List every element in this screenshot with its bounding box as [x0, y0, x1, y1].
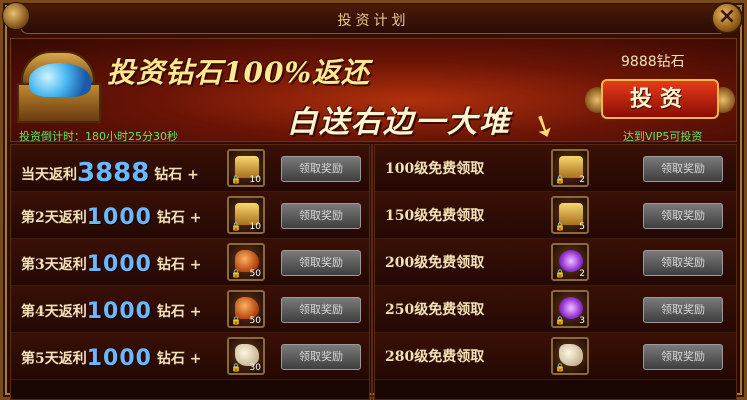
item-quantity: 10	[249, 175, 261, 185]
rebate-label: 第5天返利1000 钻石 +	[21, 346, 202, 371]
level-reward-label: 280级免费领取	[385, 349, 485, 365]
rebate-amount: 1000	[86, 205, 152, 230]
lock-icon: 🔒	[555, 175, 565, 184]
banner-headline: 投资钻石100%返还	[107, 56, 371, 89]
lock-icon: 🔒	[231, 269, 241, 278]
divider	[371, 144, 373, 400]
lock-icon: 🔒	[231, 222, 241, 231]
level-reward-label: 200级免费领取	[385, 255, 485, 271]
claim-reward-button[interactable]: 领取奖励	[281, 203, 361, 229]
lock-icon: 🔒	[555, 269, 565, 278]
countdown-timer: 投资倒计时：180小时25分30秒	[19, 130, 178, 143]
banner-subline: 白送右边一大堆	[287, 105, 511, 140]
vip-requirement: 达到VIP5可投资	[623, 130, 703, 143]
title-bar: 投资计划	[20, 4, 727, 34]
rebate-row: 第5天返利1000 钻石 + 🔒 30 领取奖励	[11, 333, 369, 380]
claim-reward-button[interactable]: 领取奖励	[643, 203, 723, 229]
rebate-label: 第3天返利1000 钻石 +	[21, 252, 202, 277]
reward-item-slot[interactable]: 🔒 3	[551, 290, 589, 328]
reward-item-slot[interactable]: 🔒 10	[227, 196, 265, 234]
level-reward-row: 200级免费领取 🔒 2 领取奖励	[375, 239, 736, 286]
reward-item-slot[interactable]: 🔒 10	[227, 149, 265, 187]
level-reward-label: 100级免费领取	[385, 161, 485, 177]
close-button[interactable]: ×	[711, 2, 743, 34]
invest-cost: 9888钻石	[621, 54, 685, 70]
item-quantity: 50	[249, 269, 261, 279]
lock-icon: 🔒	[231, 363, 241, 372]
reward-item-slot[interactable]: 🔒 50	[227, 290, 265, 328]
window-title: 投资计划	[337, 13, 410, 29]
level-reward-list: 100级免费领取 🔒 2 领取奖励 150级免费领取 🔒 5 领取奖励 200级…	[374, 144, 737, 400]
reward-item-slot[interactable]: 🔒 30	[227, 337, 265, 375]
level-reward-label: 150级免费领取	[385, 208, 485, 224]
promo-banner: 投资钻石100%返还 白送右边一大堆 ➘ 投资倒计时：180小时25分30秒 9…	[10, 38, 737, 148]
rebate-label: 第2天返利1000 钻石 +	[21, 205, 202, 230]
rebate-label: 第4天返利1000 钻石 +	[21, 299, 202, 324]
rebate-row: 第3天返利1000 钻石 + 🔒 50 领取奖励	[11, 239, 369, 286]
rebate-amount: 1000	[86, 252, 152, 277]
arrow-right-icon: ➘	[524, 105, 563, 148]
lock-icon: 🔒	[555, 222, 565, 231]
invest-button[interactable]: 投资	[585, 77, 735, 121]
item-quantity: 2	[579, 269, 585, 279]
reward-item-slot[interactable]: 🔒	[551, 337, 589, 375]
treasure-chest-icon	[15, 47, 107, 127]
rebate-row: 当天返利3888 钻石 + 🔒 10 领取奖励	[11, 145, 369, 192]
lock-icon: 🔒	[231, 316, 241, 325]
corner-ornament-icon	[2, 2, 30, 30]
claim-reward-button[interactable]: 领取奖励	[643, 297, 723, 323]
item-quantity: 3	[579, 316, 585, 326]
lock-icon: 🔒	[555, 316, 565, 325]
reward-item-slot[interactable]: 🔒 2	[551, 149, 589, 187]
claim-reward-button[interactable]: 领取奖励	[281, 250, 361, 276]
reward-item-slot[interactable]: 🔒 2	[551, 243, 589, 281]
item-quantity: 2	[579, 175, 585, 185]
item-quantity: 5	[579, 222, 585, 232]
rebate-amount: 3888	[77, 158, 150, 188]
claim-reward-button[interactable]: 领取奖励	[643, 344, 723, 370]
level-reward-row: 280级免费领取 🔒 领取奖励	[375, 333, 736, 380]
reward-item-slot[interactable]: 🔒 5	[551, 196, 589, 234]
level-reward-label: 250级免费领取	[385, 302, 485, 318]
rebate-row: 第2天返利1000 钻石 + 🔒 10 领取奖励	[11, 192, 369, 239]
rebate-amount: 1000	[86, 346, 152, 371]
reward-item-slot[interactable]: 🔒 50	[227, 243, 265, 281]
lock-icon: 🔒	[231, 175, 241, 184]
level-reward-row: 250级免费领取 🔒 3 领取奖励	[375, 286, 736, 333]
claim-reward-button[interactable]: 领取奖励	[643, 156, 723, 182]
claim-reward-button[interactable]: 领取奖励	[281, 344, 361, 370]
item-quantity: 30	[249, 363, 261, 373]
lock-icon: 🔒	[555, 363, 565, 372]
claim-reward-button[interactable]: 领取奖励	[281, 156, 361, 182]
item-quantity: 50	[249, 316, 261, 326]
rebate-label: 当天返利3888 钻石 +	[21, 158, 199, 188]
claim-reward-button[interactable]: 领取奖励	[643, 250, 723, 276]
item-quantity: 10	[249, 222, 261, 232]
level-reward-row: 150级免费领取 🔒 5 领取奖励	[375, 192, 736, 239]
rebate-row: 第4天返利1000 钻石 + 🔒 50 领取奖励	[11, 286, 369, 333]
rebate-amount: 1000	[86, 299, 152, 324]
invest-button-label[interactable]: 投资	[601, 79, 719, 119]
level-reward-row: 100级免费领取 🔒 2 领取奖励	[375, 145, 736, 192]
daily-rebate-list: 当天返利3888 钻石 + 🔒 10 领取奖励 第2天返利1000 钻石 + 🔒…	[10, 144, 370, 400]
claim-reward-button[interactable]: 领取奖励	[281, 297, 361, 323]
